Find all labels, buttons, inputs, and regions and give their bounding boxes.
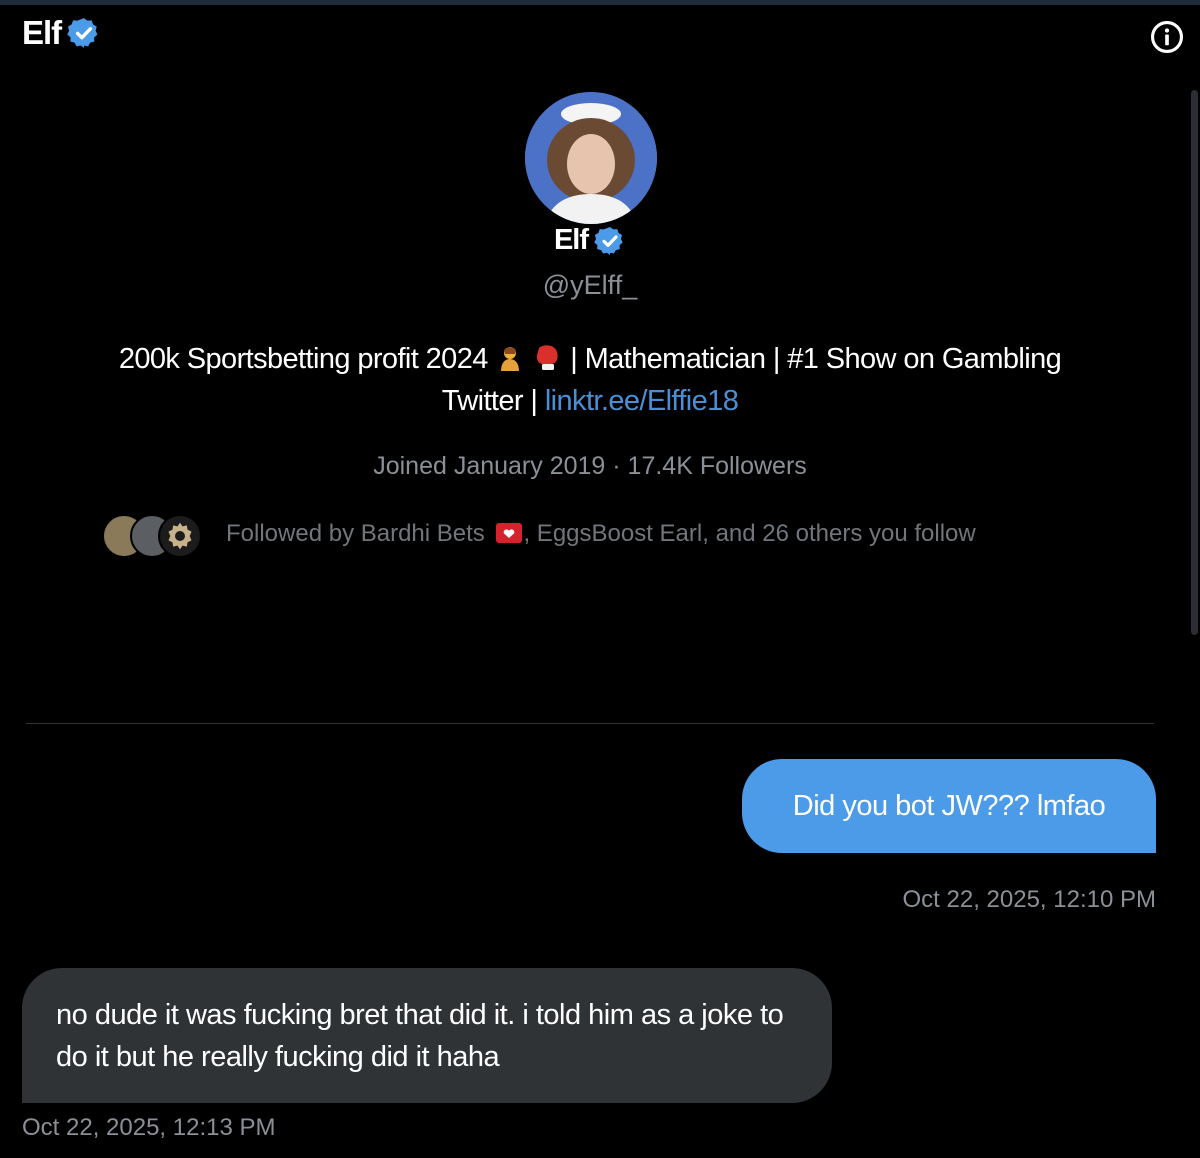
info-icon[interactable] <box>1150 20 1184 54</box>
verified-badge-icon <box>67 18 98 48</box>
bio-text: 200k Sportsbetting profit 2024 <box>118 343 489 375</box>
gear-avatar <box>158 514 202 558</box>
woman-gesturing-emoji <box>501 347 520 371</box>
profile-handle: @yElff_ <box>542 270 638 300</box>
conversation-header: Elf <box>22 14 101 52</box>
boxing-glove-emoji <box>536 345 558 370</box>
followed-suffix: , EggsBoost Earl, and 26 others you foll… <box>523 520 976 547</box>
profile-bio: 200k Sportsbetting profit 2024 | Mathema… <box>80 338 1100 422</box>
profile-name-row: Elf <box>0 224 1180 257</box>
header-title: Elf <box>22 14 62 51</box>
profile-meta: Joined January 2019 · 17.4K Followers <box>373 452 807 480</box>
followed-by-row[interactable]: Followed by Bardhi Bets , EggsBoost Earl… <box>102 512 976 558</box>
verified-badge-icon <box>594 226 623 255</box>
message-timestamp: Oct 22, 2025, 12:13 PM <box>22 1114 276 1141</box>
profile-name: Elf <box>553 224 589 256</box>
followed-prefix: Followed by Bardhi Bets <box>226 520 485 547</box>
heart-mail-emoji <box>496 523 523 543</box>
incoming-message-bubble[interactable]: no dude it was fucking bret that did it.… <box>22 968 832 1103</box>
message-timestamp: Oct 22, 2025, 12:10 PM <box>902 886 1157 913</box>
follower-avatars <box>102 512 202 558</box>
outgoing-message-bubble[interactable]: Did you bot JW??? lmfao <box>742 759 1156 853</box>
bio-link[interactable]: linktr.ee/Elffie18 <box>545 385 739 417</box>
window-top-strip <box>0 0 1200 5</box>
divider <box>26 723 1154 724</box>
profile-avatar[interactable] <box>525 92 657 224</box>
scrollbar[interactable] <box>1191 90 1198 635</box>
followed-by-text: Followed by Bardhi Bets , EggsBoost Earl… <box>226 520 976 548</box>
